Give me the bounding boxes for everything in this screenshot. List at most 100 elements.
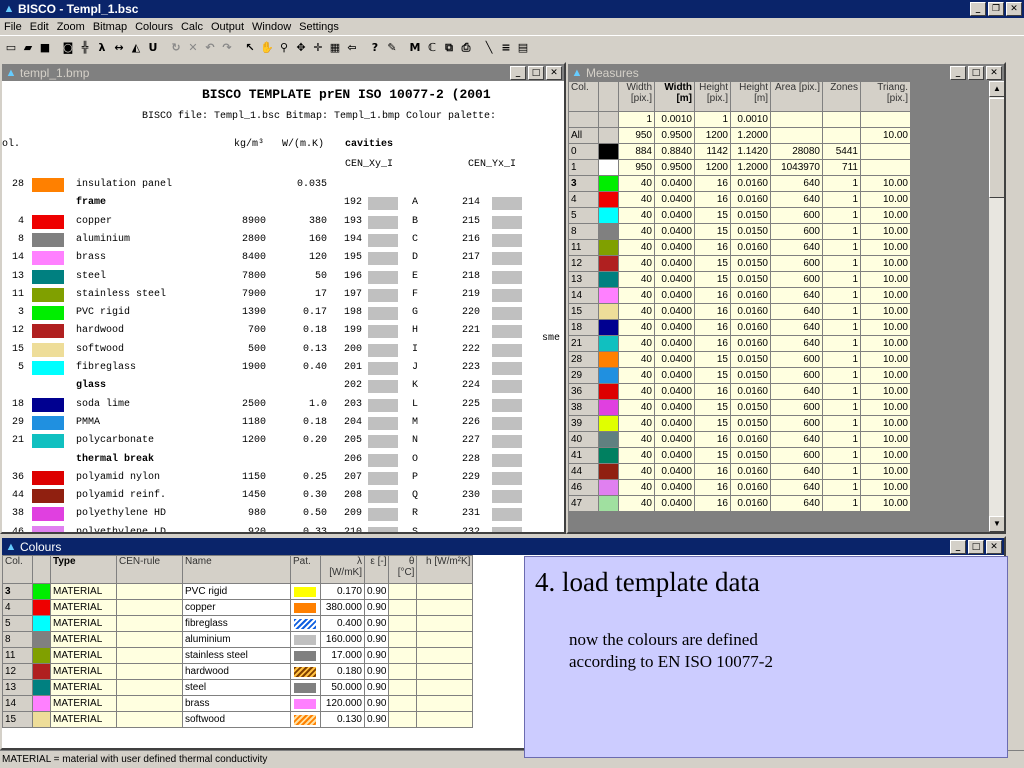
colour-h[interactable] xyxy=(416,631,474,648)
line-tool-icon[interactable]: ╲ xyxy=(481,39,497,57)
colours-header[interactable]: Type xyxy=(50,555,117,584)
table-row[interactable]: 15 MATERIAL softwood 0.130 0.90 xyxy=(2,711,474,728)
width-arrows-icon[interactable]: ↔ xyxy=(111,39,127,57)
scroll-down-icon[interactable]: ▼ xyxy=(989,516,1004,532)
measures-header[interactable]: Col. xyxy=(568,81,599,112)
table-row[interactable]: 14 MATERIAL brass 120.000 0.90 xyxy=(2,695,474,712)
menu-window[interactable]: Window xyxy=(252,21,297,33)
colour-name[interactable]: brass xyxy=(182,695,291,712)
colour-h[interactable] xyxy=(416,599,474,616)
table-row[interactable]: 44 40 0.0400 16 0.0160 640 1 10.00 xyxy=(568,463,911,480)
copy-icon[interactable]: ⧉ xyxy=(441,39,457,57)
document-icon[interactable]: ▤ xyxy=(515,39,531,57)
table-row[interactable]: 47 40 0.0400 16 0.0160 640 1 10.00 xyxy=(568,495,911,512)
colour-theta[interactable] xyxy=(388,663,418,680)
rotate-icon[interactable]: ↻ xyxy=(168,39,184,57)
menu-edit[interactable]: Edit xyxy=(30,21,55,33)
undo-icon[interactable]: ↶ xyxy=(202,39,218,57)
colour-theta[interactable] xyxy=(388,711,418,728)
colour-pattern[interactable] xyxy=(290,647,321,664)
colour-lambda[interactable]: 0.170 xyxy=(320,583,365,600)
table-row[interactable]: 1 950 0.9500 1200 1.2000 1043970 711 xyxy=(568,159,911,176)
colour-cen-rule[interactable] xyxy=(116,695,183,712)
pattern-icon[interactable]: ▦ xyxy=(327,39,343,57)
measures-table[interactable]: Col. Width [pix.] Width [m] Height [pix.] He… xyxy=(568,81,911,512)
colour-h[interactable] xyxy=(416,663,474,680)
colour-pattern[interactable] xyxy=(290,663,321,680)
table-row[interactable]: 39 40 0.0400 15 0.0150 600 1 10.00 xyxy=(568,415,911,432)
table-row[interactable]: 11 MATERIAL stainless steel 17.000 0.90 xyxy=(2,647,474,664)
table-row[interactable]: 21 40 0.0400 16 0.0160 640 1 10.00 xyxy=(568,335,911,352)
cen-icon[interactable]: ℂ xyxy=(424,39,440,57)
menu-colours[interactable]: Colours xyxy=(135,21,179,33)
measures-minimize-button[interactable]: _ xyxy=(950,66,966,80)
triangle-mesh-icon[interactable]: ◭ xyxy=(128,39,144,57)
minimize-button[interactable]: _ xyxy=(970,2,986,16)
colour-pattern[interactable] xyxy=(290,711,321,728)
colour-theta[interactable] xyxy=(388,695,418,712)
move-icon[interactable]: ✥ xyxy=(293,39,309,57)
colour-name[interactable]: PVC rigid xyxy=(182,583,291,600)
new-file-icon[interactable]: ▭ xyxy=(3,39,19,57)
table-row[interactable]: 36 40 0.0400 16 0.0160 640 1 10.00 xyxy=(568,383,911,400)
measures-header[interactable]: Zones xyxy=(822,81,861,112)
redo-icon[interactable]: ↷ xyxy=(219,39,235,57)
measures-header[interactable]: Width [m] xyxy=(654,81,695,112)
hand-icon[interactable]: ✋ xyxy=(259,39,275,57)
colour-cen-rule[interactable] xyxy=(116,631,183,648)
colour-theta[interactable] xyxy=(388,599,418,616)
table-row[interactable]: 18 40 0.0400 16 0.0160 640 1 10.00 xyxy=(568,319,911,336)
colour-type[interactable]: MATERIAL xyxy=(50,663,117,680)
colour-h[interactable] xyxy=(416,679,474,696)
menu-file[interactable]: File xyxy=(4,21,28,33)
colour-theta[interactable] xyxy=(388,679,418,696)
table-row[interactable]: 46 40 0.0400 16 0.0160 640 1 10.00 xyxy=(568,479,911,496)
template-maximize-button[interactable]: □ xyxy=(528,66,544,80)
colour-emissivity[interactable]: 0.90 xyxy=(363,583,390,600)
colour-name[interactable]: fibreglass xyxy=(182,615,291,632)
colour-type[interactable]: MATERIAL xyxy=(50,583,117,600)
save-icon[interactable]: ■ xyxy=(37,39,53,57)
table-row[interactable]: 5 40 0.0400 15 0.0150 600 1 10.00 xyxy=(568,207,911,224)
colour-name[interactable]: aluminium xyxy=(182,631,291,648)
colours-maximize-button[interactable]: □ xyxy=(968,540,984,554)
colour-lambda[interactable]: 380.000 xyxy=(320,599,365,616)
colours-minimize-button[interactable]: _ xyxy=(950,540,966,554)
table-row[interactable]: 1 0.0010 1 0.0010 xyxy=(568,111,911,128)
colour-h[interactable] xyxy=(416,583,474,600)
colour-cen-rule[interactable] xyxy=(116,599,183,616)
measures-header[interactable]: Triang. [pix.] xyxy=(860,81,911,112)
colour-cen-rule[interactable] xyxy=(116,679,183,696)
camera-icon[interactable]: ◙ xyxy=(60,39,76,57)
colour-lambda[interactable]: 160.000 xyxy=(320,631,365,648)
colour-pattern[interactable] xyxy=(290,599,321,616)
measures-scrollbar[interactable]: ▲ ▼ xyxy=(988,81,1004,532)
table-row[interactable]: 11 40 0.0400 16 0.0160 640 1 10.00 xyxy=(568,239,911,256)
template-bitmap[interactable]: BISCO TEMPLATE prEN ISO 10077-2 (2001 BI… xyxy=(2,81,564,532)
colour-h[interactable] xyxy=(416,711,474,728)
table-row[interactable]: 3 40 0.0400 16 0.0160 640 1 10.00 xyxy=(568,175,911,192)
colour-emissivity[interactable]: 0.90 xyxy=(363,647,390,664)
menu-calc[interactable]: Calc xyxy=(181,21,209,33)
pointer-icon[interactable]: ↖ xyxy=(242,39,258,57)
colour-lambda[interactable]: 120.000 xyxy=(320,695,365,712)
scroll-up-icon[interactable]: ▲ xyxy=(989,81,1004,97)
colour-type[interactable]: MATERIAL xyxy=(50,599,117,616)
table-row[interactable]: 5 MATERIAL fibreglass 0.400 0.90 xyxy=(2,615,474,632)
brush-icon[interactable]: ✎ xyxy=(384,39,400,57)
table-row[interactable]: 14 40 0.0400 16 0.0160 640 1 10.00 xyxy=(568,287,911,304)
table-row[interactable]: 8 MATERIAL aluminium 160.000 0.90 xyxy=(2,631,474,648)
colour-cen-rule[interactable] xyxy=(116,663,183,680)
measures-header[interactable]: Area [pix.] xyxy=(770,81,823,112)
menu-bitmap[interactable]: Bitmap xyxy=(93,21,133,33)
table-row[interactable]: 4 MATERIAL copper 380.000 0.90 xyxy=(2,599,474,616)
measures-header[interactable]: Height [pix.] xyxy=(694,81,731,112)
help-cursor-icon[interactable]: ? xyxy=(367,39,383,57)
colour-type[interactable]: MATERIAL xyxy=(50,647,117,664)
close-button[interactable]: ✕ xyxy=(1006,2,1022,16)
colour-lambda[interactable]: 0.130 xyxy=(320,711,365,728)
colour-lambda[interactable]: 0.400 xyxy=(320,615,365,632)
print-icon[interactable]: ⎙ xyxy=(458,39,474,57)
table-row[interactable]: 3 MATERIAL PVC rigid 0.170 0.90 xyxy=(2,583,474,600)
colour-emissivity[interactable]: 0.90 xyxy=(363,663,390,680)
